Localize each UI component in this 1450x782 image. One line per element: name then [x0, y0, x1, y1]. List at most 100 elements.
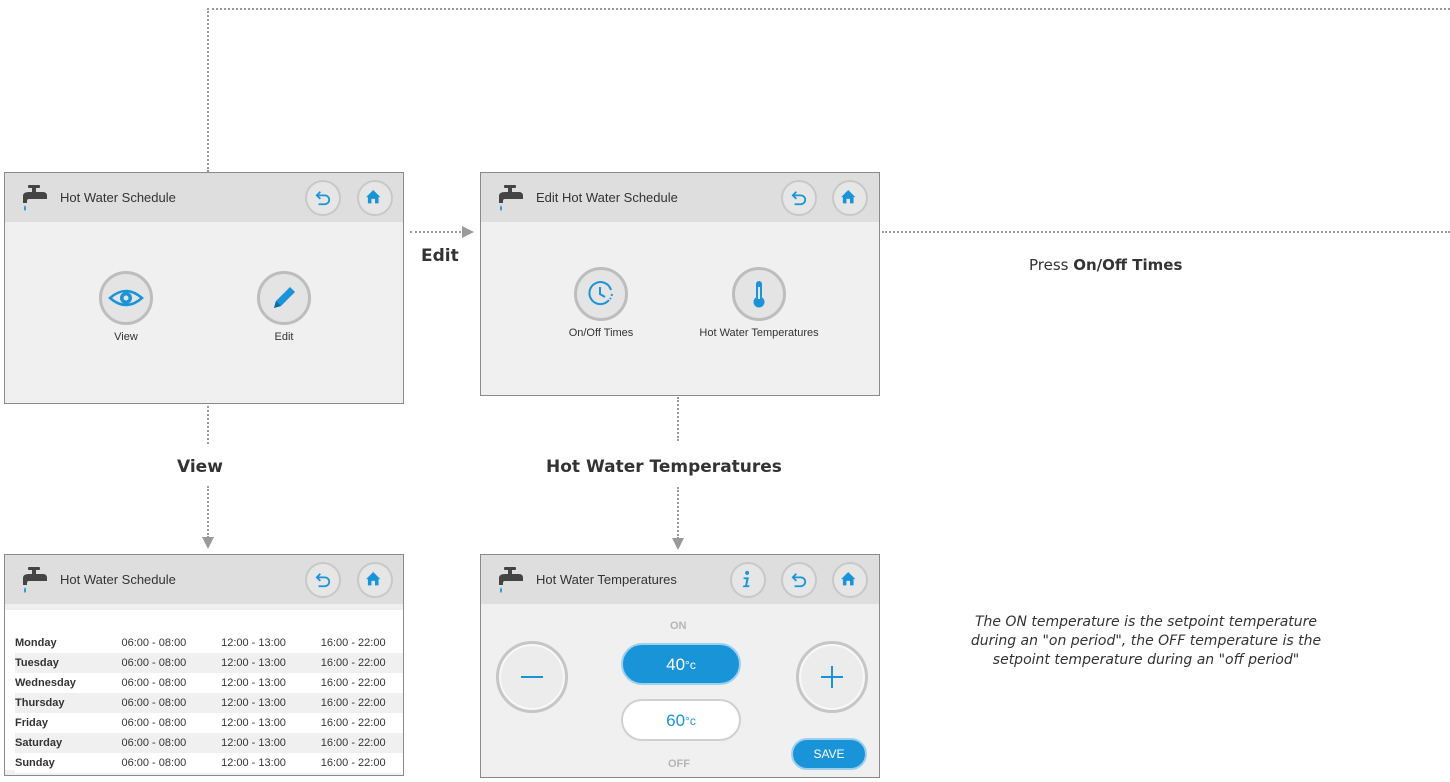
table-row: Tuesday 06:00 - 08:00 12:00 - 13:00 16:00 -…	[15, 653, 403, 673]
back-icon	[791, 573, 807, 588]
pencil-icon	[274, 287, 295, 308]
table-row: Monday 06:00 - 08:00 12:00 - 13:00 16:00 - …	[15, 633, 403, 653]
time-cell: 06:00 - 08:00	[121, 757, 187, 769]
off-label: OFF	[668, 758, 690, 770]
screen-edit-hot-water-schedule: Edit Hot Water Schedule On/Off Times Hot…	[480, 172, 880, 396]
table-row: Saturday 06:00 - 08:00 12:00 - 13:00 16:00 …	[15, 733, 403, 753]
time-cell: 06:00 - 08:00	[121, 697, 187, 709]
off-temperature-field[interactable]: 60°c	[621, 699, 741, 741]
time-cell: 12:00 - 13:00	[221, 717, 286, 729]
tap-icon	[23, 185, 47, 211]
back-button[interactable]	[781, 562, 817, 598]
view-button[interactable]	[99, 271, 153, 325]
time-cell: 06:00 - 08:00	[121, 717, 187, 729]
schedule-table: Monday 06:00 - 08:00 12:00 - 13:00 16:00 - …	[15, 633, 403, 773]
screen-hot-water-temperatures: Hot Water Temperatures ON 40°c 60°c SAVE…	[480, 554, 880, 778]
table-row: Wednesday 06:00 - 08:00 12:00 - 13:00 16:00…	[15, 673, 403, 693]
home-icon	[366, 190, 381, 204]
tap-icon	[499, 567, 523, 593]
home-icon	[366, 572, 381, 586]
screen-hot-water-schedule: Hot Water Schedule View Edit	[4, 172, 404, 404]
decrease-button[interactable]	[496, 641, 568, 713]
screen-header: Hot Water Schedule	[5, 555, 403, 604]
day-cell: Thursday	[15, 697, 65, 709]
back-button[interactable]	[305, 562, 341, 598]
press-instruction: Press On/Off Times	[1029, 256, 1182, 274]
connector-temps-upper	[677, 397, 679, 441]
time-cell: 12:00 - 13:00	[221, 697, 286, 709]
back-icon	[791, 191, 807, 206]
time-cell: 16:00 - 22:00	[320, 697, 386, 709]
on-temperature-field[interactable]: 40°c	[621, 643, 741, 685]
back-icon	[315, 573, 331, 588]
home-button[interactable]	[832, 562, 868, 598]
time-cell: 12:00 - 13:00	[221, 657, 286, 669]
time-cell: 16:00 - 22:00	[320, 717, 386, 729]
connector-temps-arrow	[672, 538, 684, 550]
home-button[interactable]	[357, 562, 393, 598]
connector-onoff-horizontal	[882, 231, 1450, 233]
connector-edit-arrow	[462, 226, 474, 238]
day-cell: Monday	[15, 637, 57, 649]
time-cell: 12:00 - 13:00	[221, 677, 286, 689]
screen-title: Edit Hot Water Schedule	[536, 190, 678, 205]
connector-top-horizontal	[207, 8, 1450, 10]
time-cell: 16:00 - 22:00	[320, 757, 386, 769]
day-cell: Tuesday	[15, 657, 59, 669]
time-cell: 12:00 - 13:00	[221, 757, 286, 769]
screen-header: Hot Water Schedule	[5, 173, 403, 222]
off-temperature-unit: °c	[685, 714, 696, 728]
time-cell: 06:00 - 08:00	[121, 657, 187, 669]
press-prefix: Press	[1029, 256, 1074, 274]
table-row: Friday 06:00 - 08:00 12:00 - 13:00 16:00 - …	[15, 713, 403, 733]
clock-icon	[588, 281, 613, 306]
connector-top-vertical	[207, 8, 209, 172]
screen-view-schedule: Hot Water Schedule Monday 06:00 - 08:00 12…	[4, 554, 404, 776]
on-label: ON	[670, 620, 687, 632]
hot-water-temperatures-label: Hot Water Temperatures	[699, 327, 819, 339]
plus-icon	[821, 666, 843, 688]
press-bold: On/Off Times	[1073, 256, 1183, 274]
time-cell: 12:00 - 13:00	[221, 737, 286, 749]
thermometer-icon	[753, 281, 765, 308]
flow-label-view: View	[177, 457, 223, 477]
flow-label-edit: Edit	[421, 246, 459, 266]
temperature-note: The ON temperature is the setpoint tempe…	[970, 614, 1322, 668]
screen-header: Edit Hot Water Schedule	[481, 173, 879, 222]
hot-water-temperatures-button[interactable]	[732, 267, 786, 321]
back-button[interactable]	[781, 180, 817, 216]
table-row: Sunday 06:00 - 08:00 12:00 - 13:00 16:00 - …	[15, 753, 403, 773]
view-label: View	[114, 331, 138, 343]
onoff-times-label: On/Off Times	[568, 327, 634, 339]
info-icon	[742, 570, 750, 588]
time-cell: 06:00 - 08:00	[121, 637, 187, 649]
day-cell: Wednesday	[15, 677, 76, 689]
on-temperature-unit: °c	[685, 658, 696, 672]
tap-icon	[23, 567, 47, 593]
tap-icon	[499, 185, 523, 211]
home-button[interactable]	[832, 180, 868, 216]
connector-view-arrow	[202, 537, 214, 549]
home-button[interactable]	[357, 180, 393, 216]
onoff-times-button[interactable]	[574, 267, 628, 321]
save-button[interactable]: SAVE	[791, 738, 867, 770]
edit-button[interactable]	[257, 271, 311, 325]
connector-temps-lower	[677, 487, 679, 539]
back-button[interactable]	[305, 180, 341, 216]
table-row: Thursday 06:00 - 08:00 12:00 - 13:00 16:00 …	[15, 693, 403, 713]
screen-title: Hot Water Schedule	[60, 190, 176, 205]
connector-edit-horizontal	[410, 231, 465, 233]
time-cell: 16:00 - 22:00	[320, 737, 386, 749]
time-cell: 16:00 - 22:00	[320, 657, 386, 669]
flow-label-hot-water-temperatures: Hot Water Temperatures	[546, 457, 782, 477]
time-cell: 12:00 - 13:00	[221, 637, 286, 649]
home-icon	[841, 190, 856, 204]
time-cell: 06:00 - 08:00	[121, 737, 187, 749]
info-button[interactable]	[730, 562, 766, 598]
back-icon	[315, 191, 331, 206]
time-cell: 06:00 - 08:00	[121, 677, 187, 689]
day-cell: Sunday	[15, 757, 55, 769]
minus-icon	[521, 676, 543, 678]
screen-title: Hot Water Temperatures	[536, 572, 677, 587]
increase-button[interactable]	[796, 641, 868, 713]
